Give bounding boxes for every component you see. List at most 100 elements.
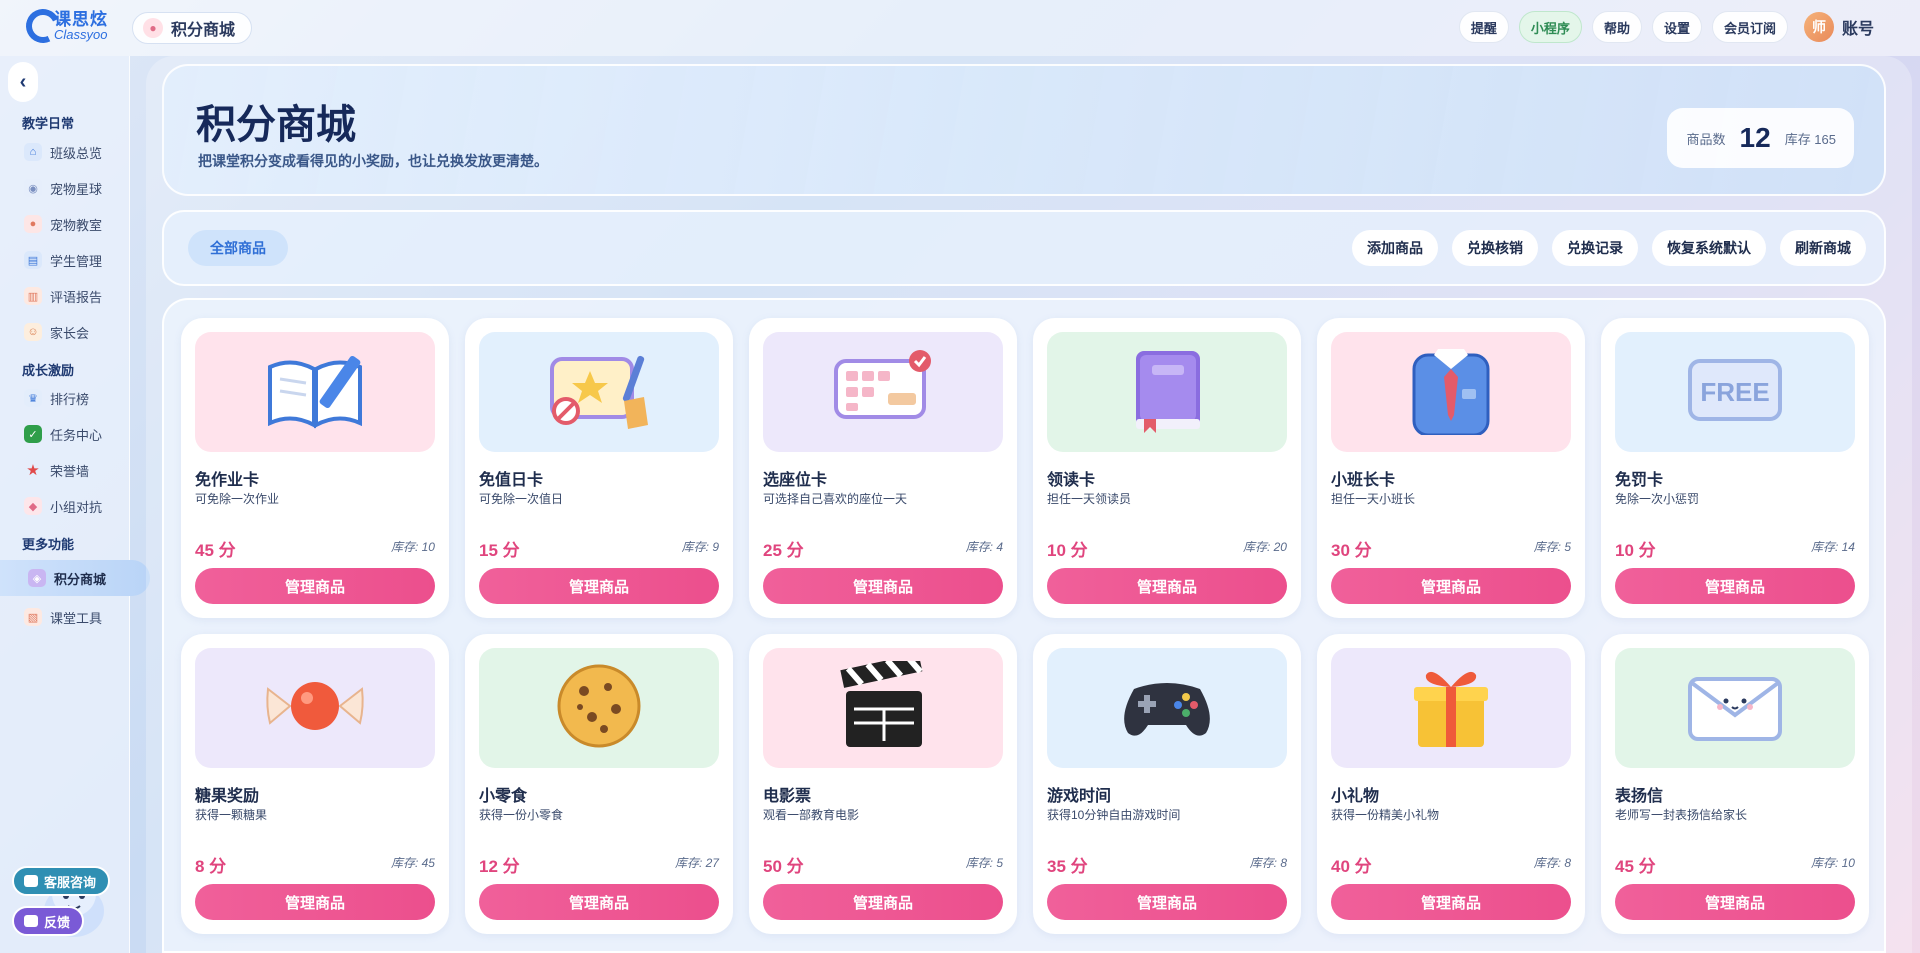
sidebar-item-student-management[interactable]: ▤ 学生管理 [24, 249, 102, 271]
trophy-icon: ♛ [24, 389, 42, 407]
product-card[interactable]: 游戏时间 获得10分钟自由游戏时间 35 分 库存: 8 管理商品 [1033, 634, 1301, 934]
membership-button[interactable]: 会员订阅 [1711, 11, 1788, 43]
redeem-verify-button[interactable]: 兑换核销 [1452, 230, 1538, 266]
feedback-button[interactable]: 反馈 [12, 906, 85, 936]
product-image: FREE [1615, 332, 1855, 452]
sidebar-item-group-battle[interactable]: ◆ 小组对抗 [24, 495, 102, 517]
refresh-mall-button[interactable]: 刷新商城 [1780, 230, 1866, 266]
product-card[interactable]: 表扬信 老师写一封表扬信给家长 45 分 库存: 10 管理商品 [1601, 634, 1869, 934]
clapperboard-icon [828, 653, 938, 756]
app-logo[interactable]: 课思炫 Classyoo [21, 4, 108, 48]
checkbox-icon: ✓ [24, 425, 42, 443]
manage-product-button[interactable]: 管理商品 [195, 568, 435, 604]
product-card[interactable]: 选座位卡 可选择自己喜欢的座位一天 25 分 库存: 4 管理商品 [749, 318, 1017, 618]
product-points: 12 分 [479, 857, 520, 876]
product-description: 可选择自己喜欢的座位一天 [763, 492, 908, 506]
product-points: 50 分 [763, 857, 804, 876]
manage-product-button[interactable]: 管理商品 [763, 568, 1003, 604]
cookie-icon [544, 661, 654, 756]
sidebar-item-task-center[interactable]: ✓ 任务中心 [24, 423, 102, 445]
redeem-history-button[interactable]: 兑换记录 [1552, 230, 1638, 266]
manage-product-button[interactable]: 管理商品 [1047, 884, 1287, 920]
free-ticket-icon: FREE [1680, 345, 1790, 440]
product-name: 小班长卡 [1331, 472, 1396, 489]
sidebar-item-honor-wall[interactable]: ★ 荣誉墙 [24, 459, 89, 481]
logo-en: Classyoo [54, 27, 108, 42]
product-card[interactable]: 电影票 观看一部教育电影 50 分 库存: 5 管理商品 [749, 634, 1017, 934]
product-stock: 库存: 45 [390, 856, 435, 870]
customer-service-button[interactable]: 客服咨询 [12, 866, 111, 896]
sidebar-item-class-overview[interactable]: ⌂ 班级总览 [24, 141, 102, 163]
product-card[interactable]: 小班长卡 担任一天小班长 30 分 库存: 5 管理商品 [1317, 318, 1585, 618]
product-card[interactable]: 领读卡 担任一天领读员 10 分 库存: 20 管理商品 [1033, 318, 1301, 618]
sidebar-item-parent-meeting[interactable]: ☺ 家长会 [24, 321, 89, 343]
stock-total: 库存 165 [1784, 131, 1836, 147]
product-image [195, 648, 435, 768]
avatar: 师 [1803, 12, 1834, 42]
home-icon: ⌂ [24, 143, 42, 161]
sidebar-item-comment-report[interactable]: ▥ 评语报告 [24, 285, 102, 307]
product-description: 担任一天小班长 [1331, 492, 1416, 506]
manage-product-button[interactable]: 管理商品 [1047, 568, 1287, 604]
product-card[interactable]: 免值日卡 可免除一次值日 15 分 库存: 9 管理商品 [465, 318, 733, 618]
filter-all-button[interactable]: 全部商品 [188, 230, 288, 266]
product-image [1331, 648, 1571, 768]
product-name: 选座位卡 [763, 472, 828, 489]
star-icon: ★ [26, 462, 40, 479]
manage-product-button[interactable]: 管理商品 [1331, 884, 1571, 920]
product-points: 40 分 [1331, 857, 1372, 876]
purple-book-icon [1112, 345, 1222, 440]
product-card[interactable]: FREE 免罚卡 免除一次小惩罚 10 分 库存: 14 管理商品 [1601, 318, 1869, 618]
sidebar-item-points-mall[interactable]: ◈ 积分商城 [0, 560, 150, 596]
product-points: 45 分 [1615, 857, 1656, 876]
product-points: 15 分 [479, 541, 520, 560]
product-image [1615, 648, 1855, 768]
product-image [1047, 648, 1287, 768]
product-description: 获得10分钟自由游戏时间 [1047, 808, 1181, 822]
account-label: 账号 [1841, 21, 1874, 38]
manage-product-button[interactable]: 管理商品 [479, 568, 719, 604]
reminder-button[interactable]: 提醒 [1458, 11, 1509, 43]
product-points: 35 分 [1047, 857, 1088, 876]
product-description: 担任一天领读员 [1047, 492, 1132, 506]
toolbar: 全部商品 添加商品 兑换核销 兑换记录 恢复系统默认 刷新商城 [162, 210, 1886, 286]
add-product-button[interactable]: 添加商品 [1352, 230, 1438, 266]
product-image [763, 648, 1003, 768]
settings-button[interactable]: 设置 [1651, 11, 1702, 43]
product-card[interactable]: 免作业卡 可免除一次作业 45 分 库存: 10 管理商品 [181, 318, 449, 618]
shirt-tie-icon [1396, 345, 1506, 440]
mall-bag-icon: ◈ [28, 569, 46, 587]
page-subtitle: 把课堂积分变成看得见的小奖励，也让兑换发放更清楚。 [198, 153, 548, 169]
sidebar-item-pet-planet[interactable]: ◉ 宠物星球 [24, 177, 102, 199]
manage-product-button[interactable]: 管理商品 [763, 884, 1003, 920]
svg-text:FREE: FREE [1700, 377, 1769, 407]
product-stock: 库存: 4 [965, 540, 1003, 554]
product-name: 糖果奖励 [195, 788, 260, 805]
hero-banner: 积分商城 把课堂积分变成看得见的小奖励，也让兑换发放更清楚。 商品数 12 库存… [162, 64, 1886, 196]
help-button[interactable]: 帮助 [1591, 11, 1642, 43]
sidebar-item-leaderboard[interactable]: ♛ 排行榜 [24, 387, 89, 409]
manage-product-button[interactable]: 管理商品 [195, 884, 435, 920]
product-image [763, 332, 1003, 452]
product-name: 电影票 [763, 788, 812, 805]
product-card[interactable]: 糖果奖励 获得一颗糖果 8 分 库存: 45 管理商品 [181, 634, 449, 934]
product-points: 8 分 [195, 857, 227, 876]
account-menu[interactable]: 师 账号 [1798, 12, 1880, 42]
restore-default-button[interactable]: 恢复系统默认 [1652, 230, 1766, 266]
product-card[interactable]: 小零食 获得一份小零食 12 分 库存: 27 管理商品 [465, 634, 733, 934]
manage-product-button[interactable]: 管理商品 [1331, 568, 1571, 604]
product-image [479, 332, 719, 452]
manage-product-button[interactable]: 管理商品 [1615, 568, 1855, 604]
manage-product-button[interactable]: 管理商品 [479, 884, 719, 920]
product-image [195, 332, 435, 452]
current-page-pill[interactable]: ● 积分商城 [132, 12, 253, 44]
sidebar-item-pet-classroom[interactable]: ● 宠物教室 [24, 213, 102, 235]
mini-program-button[interactable]: 小程序 [1518, 11, 1582, 43]
collapse-sidebar-button[interactable]: ‹ [8, 62, 38, 102]
sidebar-item-classroom-tools[interactable]: ▧ 课堂工具 [24, 606, 102, 628]
product-card[interactable]: 小礼物 获得一份精美小礼物 40 分 库存: 8 管理商品 [1317, 634, 1585, 934]
page-title: 积分商城 [196, 103, 356, 147]
people-icon: ☺ [24, 323, 42, 341]
manage-product-button[interactable]: 管理商品 [1615, 884, 1855, 920]
product-stock: 库存: 8 [1533, 856, 1571, 870]
